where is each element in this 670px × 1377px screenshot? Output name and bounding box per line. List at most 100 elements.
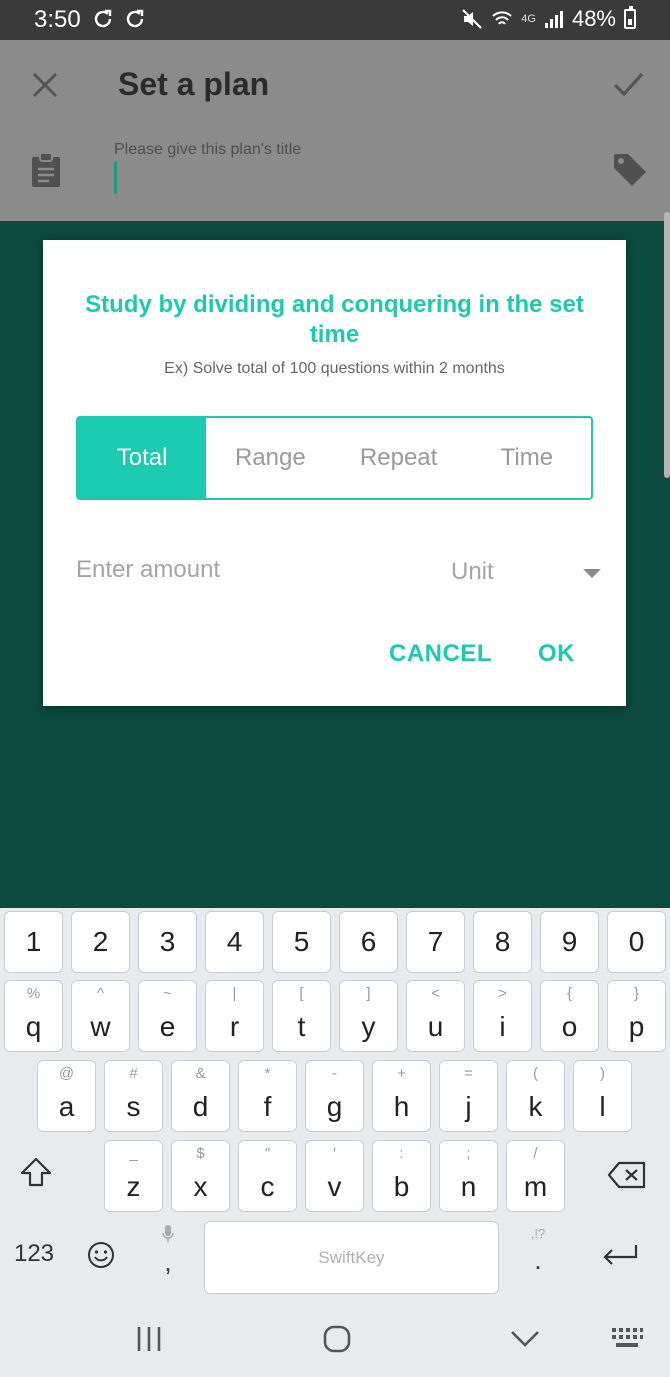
- key-alt-label: _: [129, 1145, 138, 1162]
- key-alt-label: [: [299, 985, 304, 1002]
- key-alt-label: /: [533, 1145, 538, 1162]
- key-label: 4: [226, 926, 243, 957]
- key-9[interactable]: 9: [540, 911, 599, 973]
- keyboard-hide-icon[interactable]: [610, 1326, 644, 1352]
- status-icons: 4G 48%: [461, 6, 636, 32]
- page-title: Set a plan: [118, 66, 270, 102]
- key-n[interactable]: ; n: [439, 1140, 498, 1212]
- key-m[interactable]: / m: [506, 1140, 565, 1212]
- key-s[interactable]: # s: [104, 1060, 163, 1132]
- key-label: e: [159, 1011, 176, 1042]
- key-alt-label: ): [600, 1065, 605, 1082]
- key-label: y: [361, 1011, 376, 1042]
- key-alt-label: =: [464, 1065, 473, 1082]
- wifi-icon: [492, 11, 512, 25]
- tag-icon[interactable]: [612, 152, 648, 188]
- key-label: w: [90, 1011, 111, 1042]
- key-label: v: [327, 1171, 342, 1202]
- key-p[interactable]: } p: [607, 980, 666, 1052]
- key-label: a: [58, 1091, 75, 1122]
- comma-label: ,: [164, 1247, 172, 1277]
- key-label: t: [297, 1011, 306, 1042]
- emoji-key[interactable]: [80, 1234, 122, 1276]
- key-alt-label: ]: [366, 985, 371, 1002]
- key-t[interactable]: [t: [272, 980, 331, 1052]
- key-6[interactable]: 6: [339, 911, 398, 973]
- space-key-label: SwiftKey: [318, 1248, 385, 1267]
- tab-range[interactable]: Range: [206, 418, 334, 498]
- cancel-button[interactable]: CANCEL: [389, 640, 492, 668]
- key-j[interactable]: = j: [439, 1060, 498, 1132]
- key-f[interactable]: * f: [238, 1060, 297, 1132]
- key-alt-label: -: [332, 1065, 337, 1082]
- key-w[interactable]: ^ w: [71, 980, 130, 1052]
- key-0[interactable]: 0: [607, 911, 666, 973]
- key-5[interactable]: 5: [272, 911, 331, 973]
- key-c[interactable]: " c: [238, 1140, 297, 1212]
- app-bar: Set a plan Please give this plan's title: [0, 40, 670, 221]
- key-d[interactable]: & d: [171, 1060, 230, 1132]
- key-y[interactable]: ] y: [339, 980, 398, 1052]
- close-icon[interactable]: [28, 68, 62, 102]
- enter-key[interactable]: [592, 1234, 648, 1278]
- key-q[interactable]: % q: [4, 980, 63, 1052]
- key-label: i: [499, 1011, 506, 1042]
- plan-title-placeholder[interactable]: Please give this plan's title: [114, 141, 301, 159]
- back-icon[interactable]: [509, 1328, 541, 1350]
- unit-select[interactable]: Unit: [451, 558, 494, 586]
- key-8[interactable]: 8: [473, 911, 532, 973]
- comma-key[interactable]: ,: [148, 1224, 188, 1288]
- key-label: n: [460, 1171, 477, 1202]
- key-3[interactable]: 3: [138, 911, 197, 973]
- amount-input[interactable]: Enter amount: [76, 556, 220, 584]
- home-icon[interactable]: [321, 1323, 353, 1355]
- key-h[interactable]: + h: [372, 1060, 431, 1132]
- key-alt-label: (: [533, 1065, 538, 1082]
- key-label: 0: [628, 926, 645, 957]
- mode-key-123[interactable]: 123: [6, 1240, 62, 1268]
- chevron-down-icon[interactable]: [583, 569, 601, 578]
- shift-key[interactable]: [4, 1148, 68, 1198]
- key-k[interactable]: (k: [506, 1060, 565, 1132]
- key-label: r: [229, 1011, 240, 1042]
- scrollbar: [664, 212, 670, 478]
- key-alt-label: ~: [163, 985, 172, 1002]
- key-x[interactable]: $ x: [171, 1140, 230, 1212]
- key-4[interactable]: 4: [205, 911, 264, 973]
- key-o[interactable]: {o: [540, 980, 599, 1052]
- space-key[interactable]: SwiftKey: [204, 1221, 499, 1294]
- key-i[interactable]: > i: [473, 980, 532, 1052]
- key-alt-label: #: [129, 1065, 138, 1082]
- key-u[interactable]: < u: [406, 980, 465, 1052]
- key-alt-label: >: [498, 985, 507, 1002]
- key-v[interactable]: ' v: [305, 1140, 364, 1212]
- key-1[interactable]: 1: [4, 911, 63, 973]
- period-key[interactable]: ,!? .: [518, 1226, 558, 1290]
- key-2[interactable]: 2: [71, 911, 130, 973]
- text-cursor: [114, 162, 117, 194]
- tab-total[interactable]: Total: [78, 418, 207, 498]
- tab-repeat[interactable]: Repeat: [335, 418, 463, 498]
- key-z[interactable]: _ z: [104, 1140, 163, 1212]
- backspace-key[interactable]: [592, 1148, 662, 1198]
- key-label: m: [523, 1171, 548, 1202]
- key-e[interactable]: ~ e: [138, 980, 197, 1052]
- ok-button[interactable]: OK: [538, 640, 575, 668]
- key-label: 2: [92, 926, 109, 957]
- tab-time[interactable]: Time: [463, 418, 591, 498]
- check-icon[interactable]: [610, 66, 646, 102]
- recent-apps-icon[interactable]: [134, 1325, 164, 1353]
- microphone-icon: [162, 1225, 174, 1242]
- key-g[interactable]: -g: [305, 1060, 364, 1132]
- key-l[interactable]: ) l: [573, 1060, 632, 1132]
- key-label: h: [393, 1091, 410, 1122]
- key-label: s: [126, 1091, 141, 1122]
- key-7[interactable]: 7: [406, 911, 465, 973]
- key-label: 7: [427, 926, 444, 957]
- mute-icon: [462, 9, 482, 29]
- key-r[interactable]: | r: [205, 980, 264, 1052]
- sync-icon: [126, 9, 144, 28]
- period-alt-label: ,!?: [530, 1226, 546, 1241]
- key-b[interactable]: :b: [372, 1140, 431, 1212]
- key-a[interactable]: @ a: [37, 1060, 96, 1132]
